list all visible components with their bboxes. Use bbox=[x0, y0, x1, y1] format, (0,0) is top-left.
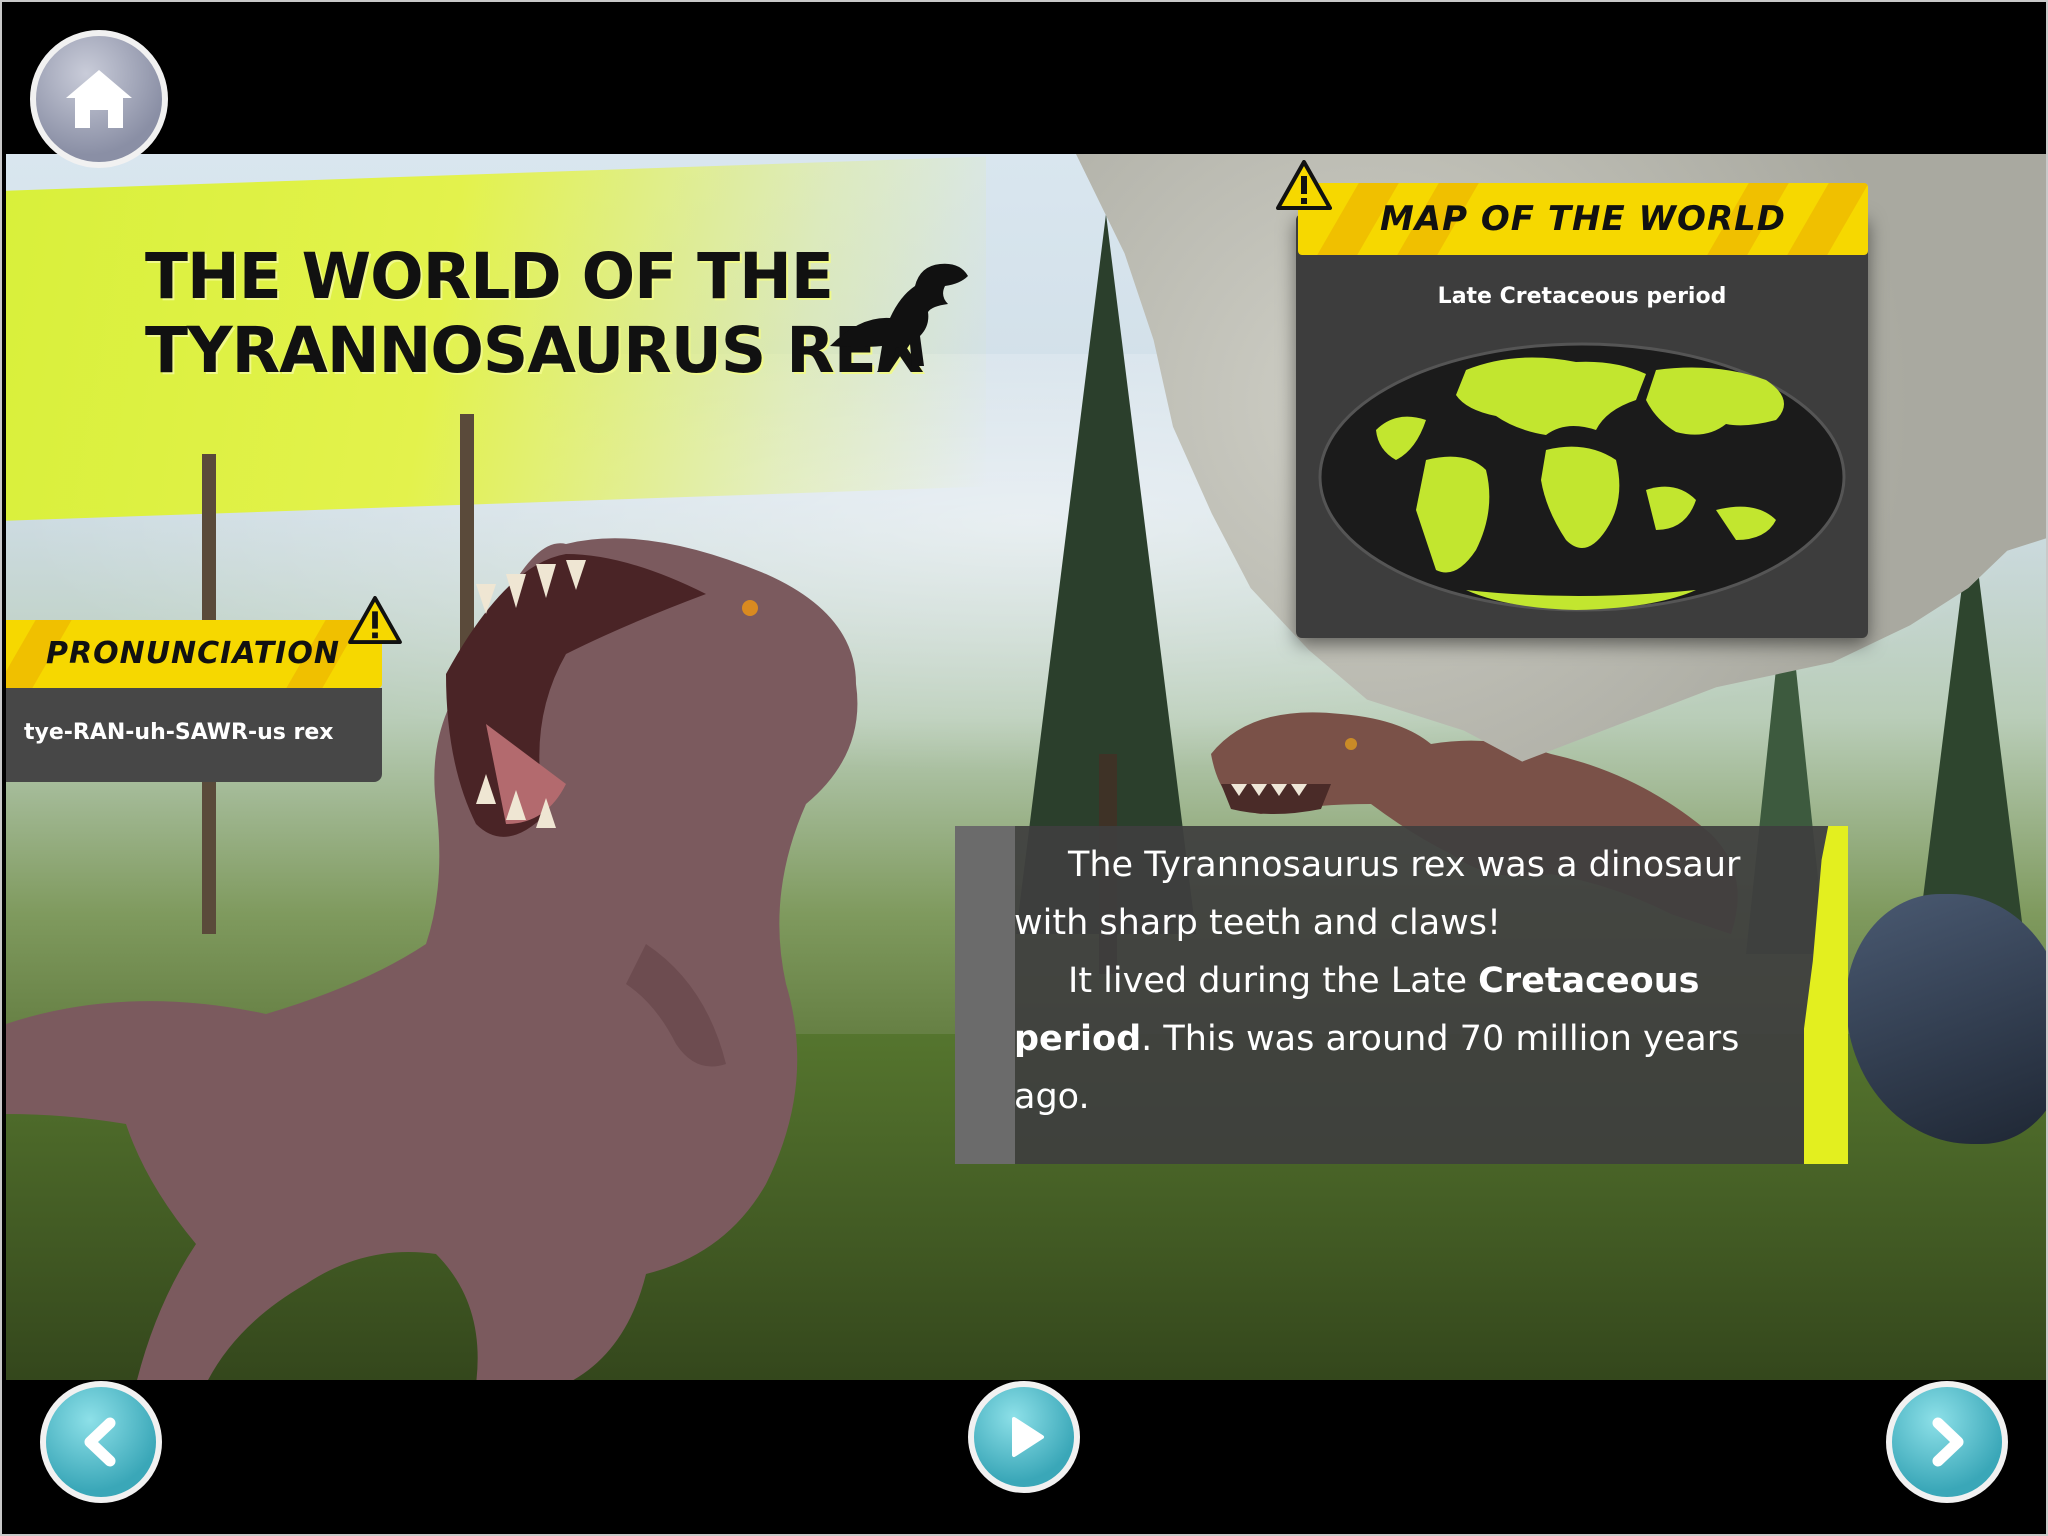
title-line-2: TYRANNOSAURUS REX bbox=[145, 314, 924, 387]
warning-icon bbox=[348, 596, 402, 644]
map-label: MAP OF THE WORLD bbox=[1379, 199, 1787, 239]
story-line-1: The Tyrannosaurus rex was a dinosaur wit… bbox=[1014, 845, 1741, 943]
story-panel-edge bbox=[955, 826, 1015, 1164]
story-text: The Tyrannosaurus rex was a dinosaur wit… bbox=[1014, 836, 1794, 1126]
warning-icon bbox=[1276, 160, 1332, 210]
world-map bbox=[1318, 342, 1846, 612]
title-line-1: THE WORLD OF THE bbox=[145, 240, 834, 313]
story-line-2-pre: It lived during the Late bbox=[1068, 961, 1479, 1001]
home-icon bbox=[66, 70, 132, 128]
home-button[interactable] bbox=[30, 30, 168, 168]
previous-page-button[interactable] bbox=[40, 1381, 162, 1503]
map-subtitle: Late Cretaceous period bbox=[1437, 284, 1727, 309]
chevron-right-icon bbox=[1932, 1417, 1964, 1467]
pronunciation-label-tab: PRONUNCIATION bbox=[6, 620, 382, 688]
trex-illustration bbox=[6, 538, 858, 1380]
trex-silhouette-icon bbox=[830, 263, 968, 370]
pronunciation-label: PRONUNCIATION bbox=[46, 636, 340, 671]
story-paragraph-1: The Tyrannosaurus rex was a dinosaur wit… bbox=[1014, 836, 1794, 952]
chevron-left-icon bbox=[84, 1417, 116, 1467]
top-bar bbox=[2, 2, 2046, 154]
play-audio-button[interactable] bbox=[968, 1381, 1080, 1493]
play-icon bbox=[1012, 1417, 1044, 1457]
pronunciation-text: tye-RAN-uh-SAWR-us rex bbox=[24, 720, 334, 745]
page-title: THE WORLD OF THE TYRANNOSAURUS REX bbox=[145, 240, 924, 388]
next-page-button[interactable] bbox=[1886, 1381, 2008, 1503]
story-paragraph-2: It lived during the Late Cretaceous peri… bbox=[1014, 952, 1794, 1126]
map-label-tab: MAP OF THE WORLD bbox=[1298, 183, 1868, 255]
